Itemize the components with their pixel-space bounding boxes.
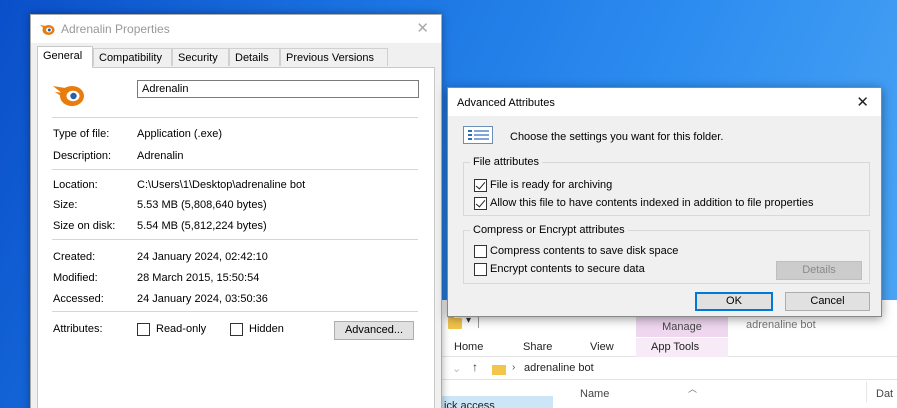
nav-pane-item-quick-access[interactable]: ick access [438, 396, 553, 408]
properties-title-bar[interactable]: Adrenalin Properties ✕ [31, 15, 441, 43]
advanced-title: Advanced Attributes [457, 97, 555, 109]
accessed-value: 24 January 2024, 03:50:36 [137, 293, 268, 305]
blender-app-icon [40, 25, 55, 35]
archive-checkbox[interactable] [474, 179, 487, 192]
tab-home[interactable]: Home [454, 341, 483, 353]
attributes-label: Attributes: [53, 323, 103, 335]
tab-view[interactable]: View [590, 341, 614, 353]
size-on-disk-value: 5.54 MB (5,812,224 bytes) [137, 220, 267, 232]
close-icon[interactable]: ✕ [416, 19, 429, 37]
read-only-checkbox[interactable] [137, 323, 150, 336]
address-bar-row: ⌄ ↑ › adrenaline bot [438, 358, 897, 380]
advanced-attributes-dialog: Advanced Attributes ✕ Choose the setting… [447, 87, 882, 317]
tab-app-tools[interactable]: App Tools [651, 341, 699, 353]
compress-encrypt-group-title: Compress or Encrypt attributes [470, 224, 628, 236]
back-arrow-icon[interactable]: ⌄ [452, 362, 461, 375]
size-value: 5.53 MB (5,808,640 bytes) [137, 199, 267, 211]
column-header-name[interactable]: Name [580, 388, 609, 400]
location-value: C:\Users\1\Desktop\adrenaline bot [137, 179, 306, 191]
location-label: Location: [53, 179, 98, 191]
modified-value: 28 March 2015, 15:50:54 [137, 272, 260, 284]
size-label: Size: [53, 199, 78, 211]
read-only-label[interactable]: Read-only [156, 323, 206, 335]
accessed-label: Accessed: [53, 293, 104, 305]
tab-share[interactable]: Share [523, 341, 552, 353]
advanced-button[interactable]: Advanced... [334, 321, 414, 340]
encrypt-checkbox[interactable] [474, 263, 487, 276]
compress-label[interactable]: Compress contents to save disk space [490, 245, 678, 257]
tab-manage[interactable]: Manage [636, 317, 728, 337]
breadcrumb-chevron-icon[interactable]: › [512, 362, 515, 373]
advanced-description: Choose the settings you want for this fo… [510, 131, 724, 143]
blender-app-icon [53, 86, 84, 106]
details-button[interactable]: Details [776, 261, 862, 280]
folder-icon[interactable] [448, 315, 462, 329]
tab-general[interactable]: General [37, 46, 93, 68]
file-attributes-group: File attributes File is ready for archiv… [463, 156, 870, 216]
ribbon-tabs: Home Share View App Tools [438, 338, 897, 357]
ok-button[interactable]: OK [695, 292, 773, 311]
divider [52, 239, 418, 240]
created-value: 24 January 2024, 02:42:10 [137, 251, 268, 263]
size-on-disk-label: Size on disk: [53, 220, 116, 232]
archive-label[interactable]: File is ready for archiving [490, 179, 612, 191]
tab-details[interactable]: Details [229, 48, 280, 66]
divider [52, 117, 418, 118]
file-name-field[interactable]: Adrenalin [137, 80, 419, 98]
advanced-title-bar[interactable]: Advanced Attributes ✕ [448, 88, 881, 116]
folder-icon [492, 365, 506, 375]
settings-list-icon [463, 126, 493, 144]
type-of-file-value: Application (.exe) [137, 128, 222, 140]
divider [52, 169, 418, 170]
index-checkbox[interactable] [474, 197, 487, 210]
file-attributes-group-title: File attributes [470, 156, 543, 168]
column-divider[interactable] [866, 382, 867, 402]
hidden-label[interactable]: Hidden [249, 323, 284, 335]
nav-pane-label: ick access [444, 400, 495, 408]
cancel-button[interactable]: Cancel [785, 292, 870, 311]
compress-checkbox[interactable] [474, 245, 487, 258]
explorer-window-title: adrenaline bot [746, 319, 816, 331]
description-label: Description: [53, 150, 112, 162]
sort-ascending-icon: ︿ [688, 384, 698, 394]
compress-encrypt-group: Compress or Encrypt attributes Compress … [463, 224, 870, 284]
up-arrow-icon[interactable]: ↑ [472, 360, 478, 374]
description-value: Adrenalin [137, 150, 184, 162]
address-path[interactable]: adrenaline bot [524, 362, 594, 374]
tab-compatibility[interactable]: Compatibility [93, 48, 172, 66]
type-of-file-label: Type of file: [53, 128, 110, 140]
divider [52, 311, 418, 312]
properties-title: Adrenalin Properties [61, 22, 170, 36]
quick-access-separator [478, 316, 479, 328]
created-label: Created: [53, 251, 96, 263]
encrypt-label[interactable]: Encrypt contents to secure data [490, 263, 645, 275]
index-label[interactable]: Allow this file to have contents indexed… [490, 197, 813, 209]
general-tab-panel: Adrenalin Type of file: Application (.ex… [37, 67, 435, 408]
tab-security[interactable]: Security [172, 48, 229, 66]
close-icon[interactable]: ✕ [856, 93, 869, 111]
hidden-checkbox[interactable] [230, 323, 243, 336]
modified-label: Modified: [53, 272, 98, 284]
tab-previous-versions[interactable]: Previous Versions [280, 48, 388, 66]
column-header-date[interactable]: Dat [876, 388, 893, 400]
properties-dialog: Adrenalin Properties ✕ General Compatibi… [30, 14, 442, 408]
